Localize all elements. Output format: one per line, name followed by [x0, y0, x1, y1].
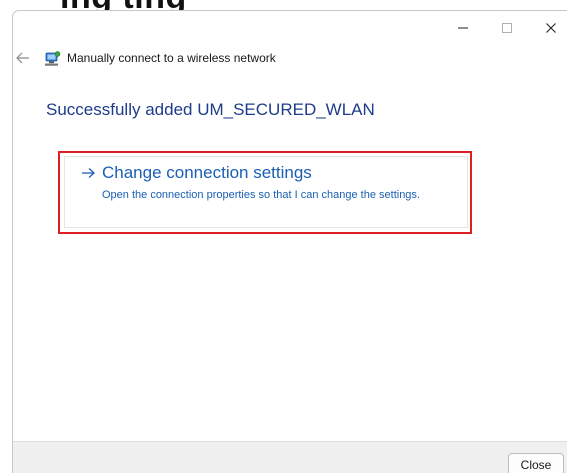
close-icon [545, 22, 557, 34]
wizard-title: Manually connect to a wireless network [67, 51, 276, 65]
close-window-button[interactable] [529, 11, 567, 45]
screenshot-page: ing ting [0, 0, 567, 473]
window-controls [441, 11, 567, 45]
minimize-button[interactable] [441, 11, 485, 45]
close-button[interactable]: Close [508, 453, 564, 473]
red-highlight-box [58, 151, 472, 234]
success-heading: Successfully added UM_SECURED_WLAN [46, 100, 375, 119]
wireless-network-icon [43, 50, 61, 68]
wizard-nav-row: Manually connect to a wireless network [13, 49, 567, 69]
maximize-button[interactable] [485, 11, 529, 45]
minimize-icon [457, 22, 469, 34]
wizard-window: Manually connect to a wireless network S… [12, 10, 567, 473]
maximize-icon [501, 22, 513, 34]
wizard-footer: Close [13, 441, 567, 473]
back-arrow-icon[interactable] [15, 50, 31, 66]
